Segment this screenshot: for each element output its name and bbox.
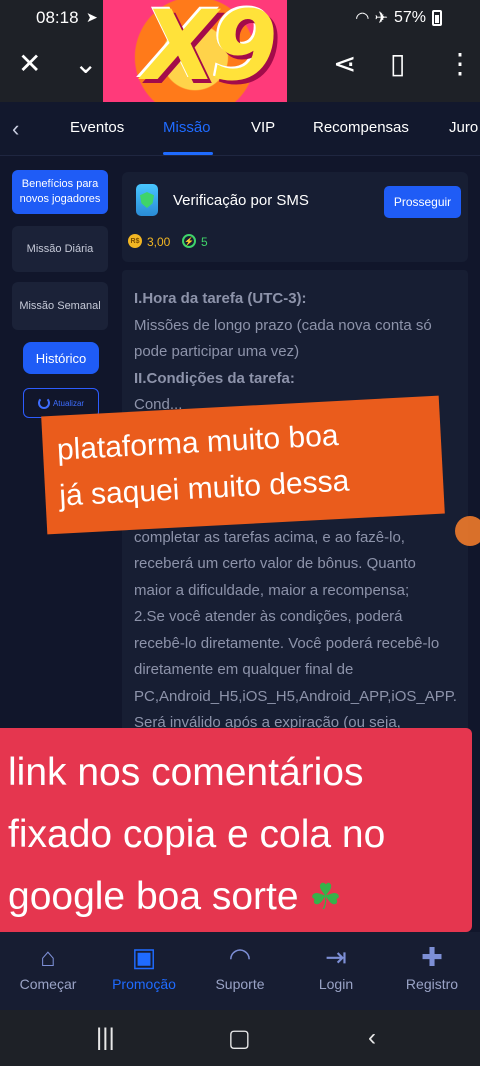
nav-login[interactable]: ⇥ Login bbox=[288, 938, 384, 992]
headset-icon: ◠ bbox=[228, 942, 252, 972]
airplane-icon: ✈ bbox=[374, 10, 388, 27]
tab-vip[interactable]: VIP bbox=[251, 119, 275, 136]
nav-label: Promoção bbox=[112, 976, 176, 992]
tab-eventos[interactable]: Eventos bbox=[70, 119, 124, 136]
back-icon[interactable]: ‹ bbox=[12, 116, 19, 142]
desc-paragraph-time: Missões de longo prazo (cada nova conta … bbox=[134, 316, 432, 361]
bookmark-icon[interactable]: ▯ bbox=[390, 50, 405, 78]
battery-icon bbox=[432, 10, 442, 26]
nav-label: Registro bbox=[405, 976, 459, 992]
system-nav-bar: ||| ▢ ‹ bbox=[0, 1010, 480, 1066]
desc-paragraph-conditions: completar as tarefas acima, e ao fazê-lo… bbox=[134, 528, 416, 599]
history-button[interactable]: Histórico bbox=[23, 342, 99, 374]
refresh-icon bbox=[37, 397, 50, 409]
status-icons: ◜◝ ✈ 57% bbox=[356, 8, 442, 28]
back-nav-icon[interactable]: ‹ bbox=[368, 1024, 376, 1052]
caption-line: google boa sorte ☘ bbox=[8, 866, 466, 928]
home-icon: ⌂ bbox=[40, 942, 56, 972]
tab-recompensas[interactable]: Recompensas bbox=[313, 119, 409, 136]
sidebar-item-daily[interactable]: Missão Diária bbox=[12, 226, 108, 272]
battery-percent: 57% bbox=[393, 9, 426, 26]
reward-amount: 3,00 bbox=[147, 235, 171, 249]
close-icon[interactable]: ✕ bbox=[18, 50, 41, 78]
caption-overlay-bottom: link nos comentários fixado copia e cola… bbox=[0, 728, 472, 932]
more-options-icon[interactable]: ⋮ bbox=[446, 50, 474, 78]
status-time: 08:18 bbox=[36, 8, 79, 27]
mission-card: Verificação por SMS Prosseguir R$ 3,00 ⚡… bbox=[122, 172, 468, 262]
nav-support[interactable]: ◠ Suporte bbox=[192, 938, 288, 992]
nav-label: Começar bbox=[19, 976, 77, 992]
add-user-icon: ✚ bbox=[421, 942, 443, 972]
desc-heading-conditions: II.Condições da tarefa: bbox=[134, 369, 295, 387]
caption-overlay-top: plataforma muito boa já saquei muito des… bbox=[41, 395, 445, 535]
caption-line: link nos comentários bbox=[8, 751, 364, 794]
nav-start[interactable]: ⌂ Começar bbox=[0, 938, 96, 992]
nav-label: Login bbox=[318, 976, 354, 992]
gift-icon: ▣ bbox=[131, 942, 157, 972]
brand-logo: X9 bbox=[103, 0, 287, 104]
nav-register[interactable]: ✚ Registro bbox=[384, 938, 480, 992]
telegram-icon: ➤ bbox=[86, 9, 98, 25]
caption-line: fixado copia e cola no bbox=[8, 813, 386, 856]
tab-bar: ‹ Eventos Missão VIP Recompensas Juro bbox=[0, 102, 480, 156]
chevron-down-icon[interactable]: ⌄ bbox=[74, 50, 97, 78]
coin-icon: R$ bbox=[128, 234, 142, 248]
sidebar-item-weekly[interactable]: Missão Semanal bbox=[12, 282, 108, 330]
login-icon: ⇥ bbox=[325, 942, 347, 972]
recent-apps-icon[interactable]: ||| bbox=[96, 1024, 115, 1052]
reward-points: 5 bbox=[201, 235, 208, 249]
home-button-icon[interactable]: ▢ bbox=[228, 1024, 251, 1053]
nav-label: Suporte bbox=[215, 976, 265, 992]
bottom-nav: ⌂ Começar ▣ Promoção ◠ Suporte ⇥ Login ✚… bbox=[0, 932, 480, 1010]
floating-video-icon[interactable] bbox=[455, 516, 480, 546]
share-icon[interactable]: ⋖ bbox=[333, 50, 356, 78]
clover-icon: ☘ bbox=[309, 876, 342, 917]
tab-juros[interactable]: Juro bbox=[449, 119, 478, 136]
bolt-icon: ⚡ bbox=[182, 234, 196, 248]
phone-shield-icon bbox=[136, 184, 158, 216]
wifi-icon: ◜◝ bbox=[356, 10, 369, 27]
nav-promotion[interactable]: ▣ Promoção bbox=[96, 938, 192, 992]
tab-missao[interactable]: Missão bbox=[163, 119, 211, 136]
refresh-label: Atualizar bbox=[52, 398, 85, 408]
desc-paragraph-claim: 2.Se você atender às condições, poderá r… bbox=[134, 608, 457, 731]
proceed-button[interactable]: Prosseguir bbox=[384, 186, 461, 218]
mission-title: Verificação por SMS bbox=[173, 192, 309, 209]
desc-heading-time: I.Hora da tarefa (UTC-3): bbox=[134, 290, 307, 307]
active-tab-indicator bbox=[163, 152, 213, 155]
sidebar-item-new-players[interactable]: Benefícios para novos jogadores bbox=[12, 170, 108, 214]
